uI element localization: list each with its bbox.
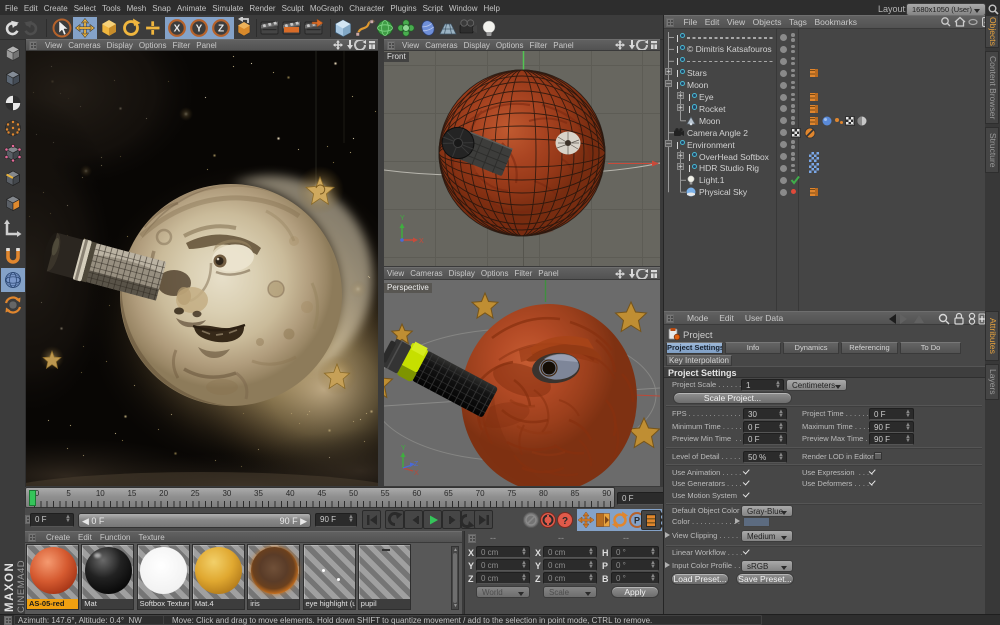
svg-text:Y: Y bbox=[401, 445, 406, 452]
svg-text:Z: Z bbox=[218, 24, 224, 35]
svg-text:Z: Z bbox=[414, 461, 419, 468]
svg-text:P: P bbox=[634, 516, 640, 526]
svg-text:X: X bbox=[414, 470, 419, 477]
svg-text:X: X bbox=[419, 238, 424, 245]
svg-text:Y: Y bbox=[400, 215, 405, 222]
svg-text:Y: Y bbox=[196, 24, 203, 35]
svg-text:?: ? bbox=[562, 516, 568, 527]
svg-text:X: X bbox=[174, 24, 181, 35]
